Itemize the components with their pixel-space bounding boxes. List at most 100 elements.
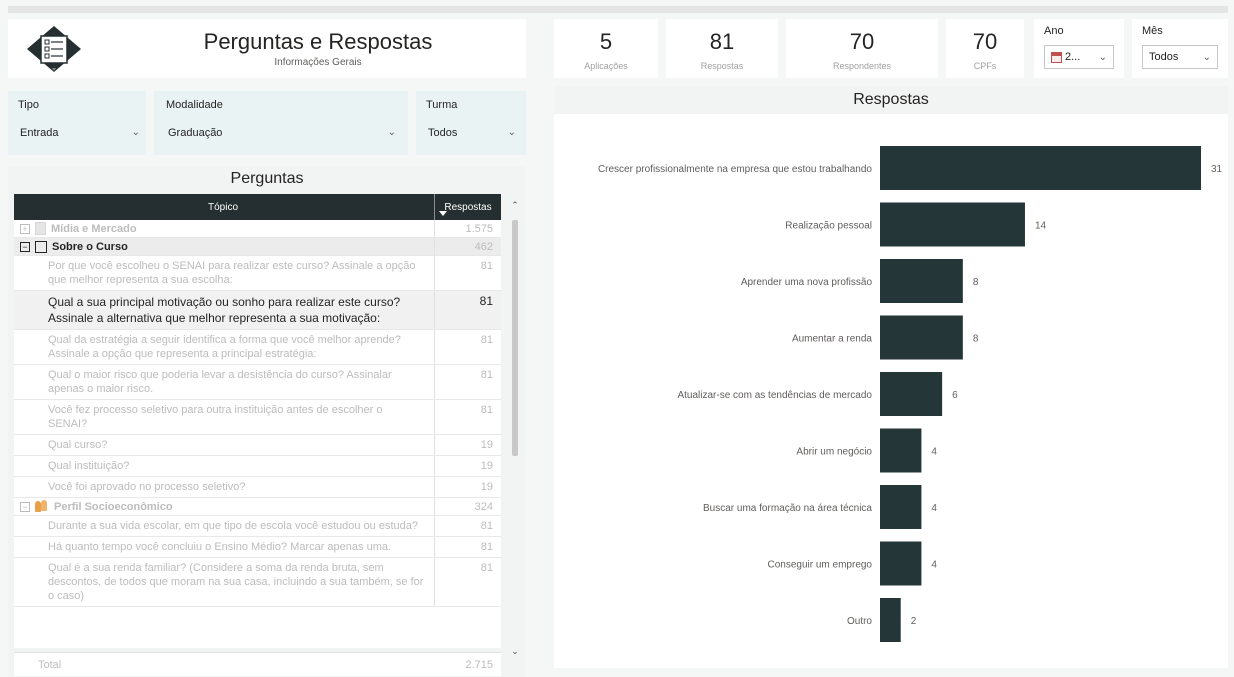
table-row[interactable]: Qual curso? 19 <box>14 435 501 456</box>
table-row[interactable]: Qual o maior risco que poderia levar a d… <box>14 365 501 400</box>
calendar-icon <box>1051 51 1062 63</box>
bar[interactable] <box>880 428 922 473</box>
page-subtitle: Informações Gerais <box>274 57 362 68</box>
row-count: 81 <box>480 562 493 574</box>
scrollbar-thumb[interactable] <box>512 220 518 456</box>
row-topic: Qual a sua principal motivação ou sonho … <box>48 295 401 325</box>
table-row[interactable]: Há quanto tempo você concluiu o Ensino M… <box>14 537 501 558</box>
bar[interactable] <box>880 259 963 303</box>
scroll-up-icon[interactable]: ⌃ <box>510 200 520 211</box>
table-row[interactable]: Por que você escolheu o SENAI para reali… <box>14 256 501 291</box>
filter-turma-dropdown[interactable]: Todos ⌄ <box>426 122 516 144</box>
table-row[interactable]: Qual instituição? 19 <box>14 456 501 477</box>
data-label: 4 <box>931 503 937 514</box>
bar[interactable] <box>880 485 922 529</box>
data-label: 6 <box>952 390 958 401</box>
sort-descending-icon <box>439 211 447 216</box>
row-topic: Você fez processo seletivo para outra in… <box>48 404 383 430</box>
group-row-midia[interactable]: + Mídia e Mercado 1.575 <box>14 220 501 238</box>
row-count: 81 <box>480 260 493 272</box>
bar[interactable] <box>880 202 1025 247</box>
kpi-value: 81 <box>709 29 735 54</box>
data-label: 4 <box>931 560 937 571</box>
category-label: Abrir um negócio <box>796 447 872 458</box>
row-count: 81 <box>480 334 493 346</box>
kpi-respostas: 81 Respostas <box>666 19 778 78</box>
table-row[interactable]: Qual é a sua renda familiar? (Considere … <box>14 558 501 607</box>
top-strip <box>8 6 1228 13</box>
row-count: 81 <box>480 520 493 532</box>
data-label: 14 <box>1035 221 1047 232</box>
document-icon <box>35 222 46 235</box>
kpi-respondentes: 70 Respondentes <box>786 19 938 78</box>
chevron-down-icon: ⌄ <box>387 127 396 138</box>
row-count: 81 <box>480 541 493 553</box>
group-row-perfil[interactable]: − Perfil Socioeconômico 324 <box>14 498 501 516</box>
slicer-ano: Ano 2... ⌄ <box>1034 19 1124 78</box>
data-label: 31 <box>1211 164 1223 175</box>
group-count: 462 <box>474 241 493 253</box>
people-icon <box>35 500 49 513</box>
table-header: Tópico Respostas <box>14 194 501 220</box>
table-row-selected[interactable]: Qual a sua principal motivação ou sonho … <box>14 291 501 330</box>
row-topic: Qual o maior risco que poderia levar a d… <box>48 369 392 395</box>
filter-turma-value: Todos <box>428 126 458 139</box>
kpi-value: 70 <box>849 29 875 54</box>
slicer-ano-dropdown[interactable]: 2... ⌄ <box>1044 45 1114 69</box>
filter-tipo-title: Tipo <box>18 99 39 111</box>
total-row: Total 2.715 <box>14 652 501 676</box>
row-topic: Durante a sua vida escolar, em que tipo … <box>48 520 418 532</box>
row-topic: Qual curso? <box>48 439 108 451</box>
total-count: 2.715 <box>465 659 493 671</box>
category-label: Realização pessoal <box>785 221 872 232</box>
collapse-icon[interactable]: − <box>20 501 30 512</box>
respostas-chart-panel: Respostas Crescer profissionalmente na e… <box>554 86 1228 668</box>
kpi-cpfs: 70 CPFs <box>946 19 1024 78</box>
group-row-sobre-curso[interactable]: − Sobre o Curso 462 <box>14 238 501 256</box>
category-label: Crescer profissionalmente na empresa que… <box>598 164 872 175</box>
expand-icon[interactable]: + <box>20 223 30 234</box>
data-label: 8 <box>973 334 979 345</box>
filter-modalidade-dropdown[interactable]: Graduação ⌄ <box>166 122 396 144</box>
table-row[interactable]: Qual da estratégia a seguir identifica a… <box>14 330 501 365</box>
table-row[interactable]: Durante a sua vida escolar, em que tipo … <box>14 516 501 537</box>
collapse-icon[interactable]: − <box>20 241 30 252</box>
bar[interactable] <box>880 541 922 586</box>
scroll-down-icon[interactable]: ⌄ <box>510 646 520 657</box>
chart-title-bar: Respostas <box>554 86 1228 114</box>
bar[interactable] <box>880 372 943 416</box>
kpi-aplicacoes: 5 Aplicações <box>554 19 658 78</box>
table-row[interactable]: Você foi aprovado no processo seletivo? … <box>14 477 501 498</box>
category-label: Buscar uma formação na área técnica <box>703 503 872 514</box>
slicer-mes: Mês Todos ⌄ <box>1132 19 1228 78</box>
row-topic: Por que você escolheu o SENAI para reali… <box>48 260 416 286</box>
bar[interactable] <box>880 598 901 642</box>
category-label: Conseguir um emprego <box>768 560 873 571</box>
group-label: Perfil Socioeconômico <box>54 500 173 513</box>
bar[interactable] <box>880 315 963 360</box>
table-row[interactable]: Você fez processo seletivo para outra in… <box>14 400 501 435</box>
filter-tipo-dropdown[interactable]: Entrada ⌄ <box>18 122 140 144</box>
filter-tipo-value: Entrada <box>20 126 59 139</box>
slicer-mes-value: Todos <box>1149 51 1179 63</box>
perguntas-title: Perguntas <box>230 170 304 187</box>
filter-turma-title: Turma <box>426 99 458 111</box>
kpi-label: Aplicações <box>584 61 628 71</box>
filter-modalidade: Modalidade Graduação ⌄ <box>166 99 396 144</box>
group-count: 1.575 <box>465 223 493 235</box>
column-header-topico[interactable]: Tópico <box>14 194 432 220</box>
column-header-respostas[interactable]: Respostas <box>434 194 501 220</box>
chart-title: Respostas <box>853 91 929 108</box>
survey-logo-icon <box>16 24 92 74</box>
data-label: 2 <box>911 616 917 627</box>
column-header-respostas-label: Respostas <box>444 201 492 213</box>
slicer-mes-dropdown[interactable]: Todos ⌄ <box>1142 45 1218 69</box>
category-label: Outro <box>847 616 872 627</box>
row-count: 81 <box>479 294 493 308</box>
respostas-bar-chart: Crescer profissionalmente na empresa que… <box>598 146 1223 642</box>
page-title: Perguntas e Respostas <box>203 29 433 54</box>
bar[interactable] <box>880 146 1201 190</box>
slicer-mes-title: Mês <box>1142 25 1163 37</box>
table-scrollbar[interactable]: ⌃ ⌄ <box>510 194 520 656</box>
chevron-down-icon: ⌄ <box>507 127 516 138</box>
